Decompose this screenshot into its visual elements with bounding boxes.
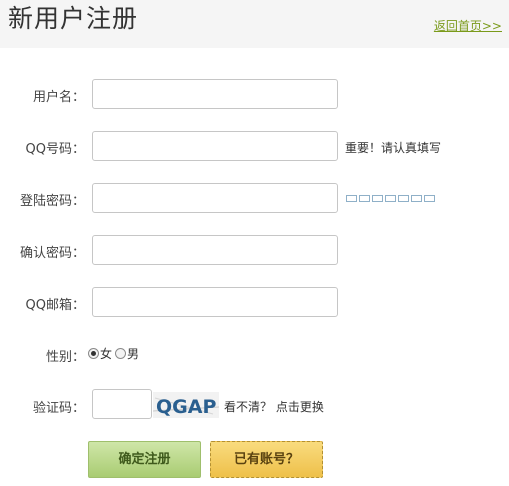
- qq-hint: 重要！请认真填写: [345, 141, 442, 155]
- back-to-home-link[interactable]: 返回首页>>: [434, 17, 502, 34]
- captcha-input[interactable]: [92, 389, 152, 419]
- page-title: 新用户注册: [8, 4, 139, 33]
- qq-number-label: QQ号码：: [25, 142, 85, 157]
- strength-segment: [372, 195, 383, 202]
- page-header: 新用户注册 返回首页>>: [0, 0, 509, 48]
- gender-radio-group: 女 男: [88, 345, 142, 362]
- has-account-button[interactable]: 已有账号？: [210, 441, 323, 478]
- strength-segment: [398, 195, 409, 202]
- gender-female-label[interactable]: 女: [100, 345, 112, 362]
- qq-email-label: QQ邮箱：: [25, 298, 85, 313]
- strength-segment: [385, 195, 396, 202]
- gender-female-radio[interactable]: [88, 348, 99, 359]
- submit-register-button[interactable]: 确定注册: [88, 441, 201, 478]
- confirm-password-input[interactable]: [92, 235, 338, 265]
- qq-email-input[interactable]: [92, 287, 338, 317]
- strength-segment: [346, 195, 357, 202]
- password-label: 登陆密码：: [19, 194, 85, 209]
- qq-number-input[interactable]: [92, 131, 338, 161]
- confirm-password-label: 确认密码：: [19, 246, 85, 261]
- gender-male-radio[interactable]: [115, 348, 127, 359]
- strength-segment: [411, 195, 422, 202]
- password-input[interactable]: [92, 183, 338, 213]
- captcha-image[interactable]: QGAP: [153, 392, 219, 418]
- username-label: 用户名：: [32, 90, 85, 105]
- strength-segment: [359, 195, 370, 202]
- username-input[interactable]: [92, 79, 338, 109]
- password-strength-meter: [346, 195, 435, 202]
- captcha-image-text: QGAP: [156, 396, 216, 418]
- gender-label: 性别：: [45, 350, 85, 365]
- captcha-refresh-link[interactable]: 看不清？ 点击更换: [224, 398, 324, 415]
- strength-segment: [424, 195, 435, 202]
- gender-male-label[interactable]: 男: [127, 345, 139, 362]
- captcha-label: 验证码：: [32, 401, 85, 416]
